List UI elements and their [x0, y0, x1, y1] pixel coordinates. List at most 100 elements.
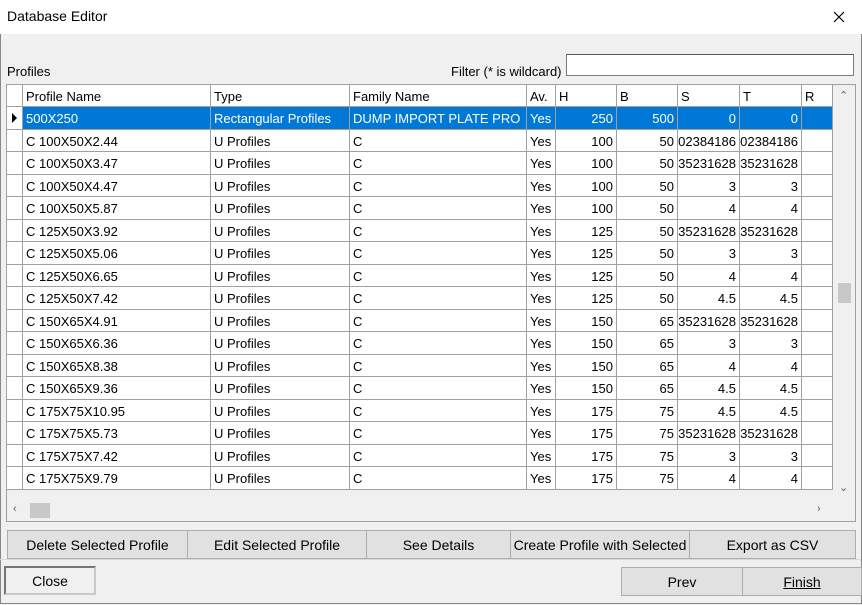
table-cell[interactable]: C 175X75X9.79: [23, 467, 211, 490]
table-cell[interactable]: 4: [678, 264, 740, 287]
table-cell[interactable]: C: [350, 467, 527, 490]
table-cell[interactable]: Yes: [527, 422, 556, 445]
table-cell[interactable]: 150: [556, 354, 617, 377]
table-row[interactable]: C 150X65X6.36 U Profiles C Yes 150 65 3 3: [7, 332, 833, 355]
table-cell[interactable]: 02384186: [740, 129, 802, 152]
vertical-scrollbar[interactable]: ⌃ ⌄: [833, 85, 855, 500]
close-button[interactable]: Close: [4, 566, 96, 595]
table-cell[interactable]: 35231628: [678, 309, 740, 332]
table-cell[interactable]: 3: [740, 444, 802, 467]
table-cell[interactable]: Yes: [527, 174, 556, 197]
profiles-grid[interactable]: Profile Name Type Family Name Av. H B S T R 500X2…: [6, 84, 856, 522]
table-row[interactable]: C 150X65X4.91 U Profiles C Yes 150 65 35231628…: [7, 309, 833, 332]
table-cell[interactable]: Yes: [527, 309, 556, 332]
table-cell[interactable]: C 125X50X6.65: [23, 264, 211, 287]
table-cell[interactable]: 4.5: [678, 287, 740, 310]
row-indicator[interactable]: [7, 444, 23, 467]
table-cell[interactable]: 100: [556, 152, 617, 175]
table-cell[interactable]: 125: [556, 219, 617, 242]
table-row[interactable]: C 125X50X5.06 U Profiles C Yes 125 50 3 3: [7, 242, 833, 265]
table-cell[interactable]: U Profiles: [211, 152, 350, 175]
table-cell[interactable]: 65: [617, 332, 678, 355]
table-cell[interactable]: Yes: [527, 264, 556, 287]
table-cell[interactable]: C: [350, 377, 527, 400]
table-cell[interactable]: 65: [617, 354, 678, 377]
table-row[interactable]: C 100X50X2.44 U Profiles C Yes 100 50 02384186…: [7, 129, 833, 152]
table-cell[interactable]: 150: [556, 309, 617, 332]
row-indicator[interactable]: [7, 219, 23, 242]
column-header-av[interactable]: Av.: [527, 85, 556, 107]
row-indicator[interactable]: [7, 332, 23, 355]
table-row[interactable]: C 175X75X10.95 U Profiles C Yes 175 75 4.5 4.5: [7, 399, 833, 422]
table-cell[interactable]: 4: [740, 467, 802, 490]
table-cell[interactable]: DUMP IMPORT PLATE PRO: [350, 107, 527, 130]
row-indicator[interactable]: [7, 107, 23, 130]
table-cell[interactable]: [802, 399, 833, 422]
table-cell[interactable]: 3: [740, 332, 802, 355]
scroll-right-icon[interactable]: ›: [817, 503, 821, 515]
table-cell[interactable]: C 150X65X6.36: [23, 332, 211, 355]
finish-button[interactable]: Finish: [742, 567, 862, 596]
horizontal-scroll-thumb[interactable]: [30, 503, 50, 518]
column-header-profile-name[interactable]: Profile Name: [23, 85, 211, 107]
table-cell[interactable]: 150: [556, 377, 617, 400]
table-cell[interactable]: 75: [617, 399, 678, 422]
table-cell[interactable]: 0: [740, 107, 802, 130]
table-cell[interactable]: [802, 422, 833, 445]
table-cell[interactable]: [802, 309, 833, 332]
table-cell[interactable]: C 100X50X3.47: [23, 152, 211, 175]
table-cell[interactable]: C 175X75X7.42: [23, 444, 211, 467]
table-cell[interactable]: 50: [617, 174, 678, 197]
table-row[interactable]: C 150X65X9.36 U Profiles C Yes 150 65 4.5 4.5: [7, 377, 833, 400]
table-cell[interactable]: 250: [556, 107, 617, 130]
table-cell[interactable]: 50: [617, 197, 678, 220]
table-cell[interactable]: C: [350, 174, 527, 197]
row-indicator[interactable]: [7, 174, 23, 197]
scroll-up-icon[interactable]: ⌃: [839, 89, 848, 102]
table-cell[interactable]: 500: [617, 107, 678, 130]
table-cell[interactable]: U Profiles: [211, 332, 350, 355]
table-cell[interactable]: C 100X50X2.44: [23, 129, 211, 152]
table-cell[interactable]: C 150X65X8.38: [23, 354, 211, 377]
table-cell[interactable]: C: [350, 242, 527, 265]
table-cell[interactable]: C 100X50X4.47: [23, 174, 211, 197]
table-cell[interactable]: 50: [617, 152, 678, 175]
table-cell[interactable]: U Profiles: [211, 129, 350, 152]
row-indicator[interactable]: [7, 309, 23, 332]
table-cell[interactable]: 4.5: [678, 377, 740, 400]
delete-profile-button[interactable]: Delete Selected Profile: [7, 530, 188, 559]
table-cell[interactable]: Yes: [527, 332, 556, 355]
table-cell[interactable]: U Profiles: [211, 467, 350, 490]
table-cell[interactable]: [802, 174, 833, 197]
table-cell[interactable]: [802, 264, 833, 287]
column-header-s[interactable]: S: [678, 85, 740, 107]
table-cell[interactable]: U Profiles: [211, 422, 350, 445]
table-cell[interactable]: 4.5: [740, 399, 802, 422]
table-cell[interactable]: 175: [556, 399, 617, 422]
table-cell[interactable]: 35231628: [740, 309, 802, 332]
table-row[interactable]: C 125X50X3.92 U Profiles C Yes 125 50 35231628…: [7, 219, 833, 242]
table-row[interactable]: C 125X50X6.65 U Profiles C Yes 125 50 4 4: [7, 264, 833, 287]
vertical-scroll-thumb[interactable]: [838, 283, 851, 303]
table-cell[interactable]: 4: [740, 354, 802, 377]
table-cell[interactable]: U Profiles: [211, 399, 350, 422]
row-indicator[interactable]: [7, 264, 23, 287]
table-cell[interactable]: 4: [678, 197, 740, 220]
table-cell[interactable]: [802, 444, 833, 467]
table-cell[interactable]: C: [350, 332, 527, 355]
table-cell[interactable]: Yes: [527, 377, 556, 400]
table-cell[interactable]: 100: [556, 174, 617, 197]
table-cell[interactable]: 3: [740, 174, 802, 197]
edit-profile-button[interactable]: Edit Selected Profile: [187, 530, 367, 559]
table-row[interactable]: C 100X50X5.87 U Profiles C Yes 100 50 4 4: [7, 197, 833, 220]
row-indicator[interactable]: [7, 129, 23, 152]
table-cell[interactable]: 50: [617, 242, 678, 265]
table-cell[interactable]: 125: [556, 287, 617, 310]
export-csv-button[interactable]: Export as CSV: [689, 530, 856, 559]
table-cell[interactable]: 50: [617, 287, 678, 310]
table-cell[interactable]: Yes: [527, 354, 556, 377]
table-cell[interactable]: 75: [617, 467, 678, 490]
table-cell[interactable]: 02384186: [678, 129, 740, 152]
table-cell[interactable]: 3: [678, 444, 740, 467]
table-cell[interactable]: [802, 152, 833, 175]
